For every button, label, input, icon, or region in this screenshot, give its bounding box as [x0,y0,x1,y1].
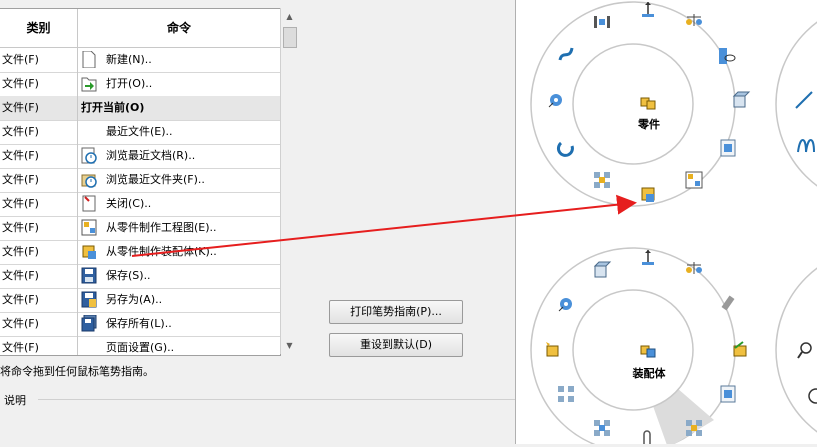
wheel-label-part: 零件 [638,118,660,131]
column-divider [77,120,78,144]
scroll-up-icon[interactable]: ▲ [281,8,298,25]
command-cell: 从零件制作工程图(E).. [106,221,217,234]
table-row[interactable]: 文件(F) 关闭(C).. [0,192,280,217]
column-divider [77,336,78,355]
print-guide-button[interactable]: 打印笔势指南(P)... [329,300,463,324]
insert-component-icon [733,341,747,357]
category-cell: 文件(F) [2,245,39,258]
command-cell: 另存为(A).. [106,293,163,306]
reset-default-button[interactable]: 重设到默认(D) [329,333,463,357]
new-document-icon [81,50,97,69]
command-cell: 保存所有(L).. [106,317,172,330]
category-cell: 文件(F) [2,173,39,186]
description-label: 说明 [4,394,26,407]
make-assembly-icon [81,243,97,260]
column-divider [77,96,78,120]
sketch-icon [720,139,736,157]
command-cell: 打开(O).. [106,77,153,90]
table-header: 类别 命令 [0,9,280,48]
table-row[interactable]: 文件(F) 浏览最近文档(R).. [0,144,280,169]
gesture-wheel-part [530,1,736,207]
category-cell: 文件(F) [2,221,39,234]
category-cell: 文件(F) [2,269,39,282]
table-row[interactable]: 文件(F) 打开(O).. [0,72,280,97]
drawing-from-part-icon [685,171,703,189]
column-header-command[interactable]: 命令 [78,9,280,47]
command-cell: 浏览最近文件夹(F).. [106,173,205,186]
category-cell: 文件(F) [2,197,39,210]
command-cell: 新建(N).. [106,53,152,66]
category-cell: 文件(F) [2,53,39,66]
command-table: 类别 命令 文件(F) 新建(N).. 文件(F) 打开(O).. 文件(F) 打开当前(… [0,8,281,356]
browse-recent-documents-icon [81,147,97,164]
table-row[interactable]: 文件(F) 最近文件(E).. [0,120,280,145]
table-row[interactable]: 文件(F) 打开当前(O) [0,96,280,121]
command-cell: 关闭(C).. [106,197,152,210]
scroll-down-icon[interactable]: ▼ [281,337,298,354]
table-row[interactable]: 文件(F) 从零件制作装配体(K).. [0,240,280,265]
category-cell: 文件(F) [2,293,39,306]
column-header-category[interactable]: 类别 [0,9,77,47]
table-scrollbar[interactable]: ▲ ▼ [280,8,298,354]
table-row[interactable]: 文件(F) 保存所有(L).. [0,312,280,337]
column-divider [77,216,78,240]
command-cell: 打开当前(O) [81,101,145,114]
save-icon [81,267,97,284]
gesture-preview-panel: 零件 装配体 [515,0,817,447]
save-as-icon [81,291,97,308]
column-divider [77,72,78,96]
close-document-icon [81,195,97,212]
gesture-wheel-assembly [530,247,736,447]
browse-recent-folders-icon [81,171,97,188]
category-cell: 文件(F) [2,317,39,330]
column-divider [77,288,78,312]
sketch-icon-2 [720,385,736,403]
table-row[interactable]: 文件(F) 保存(S).. [0,264,280,289]
command-cell: 最近文件(E).. [106,125,173,138]
table-row[interactable]: 文件(F) 页面设置(G).. [0,336,280,355]
command-cell: 从零件制作装配体(K).. [106,245,217,258]
save-all-icon [81,314,97,332]
open-icon [81,75,97,92]
scroll-thumb[interactable] [283,27,297,48]
cube-view-icon [732,91,751,108]
column-divider [77,312,78,336]
table-row[interactable]: 文件(F) 另存为(A).. [0,288,280,313]
column-divider [77,192,78,216]
category-cell: 文件(F) [2,125,39,138]
category-cell: 文件(F) [2,341,39,354]
command-cell: 页面设置(G).. [106,341,175,354]
column-divider [77,240,78,264]
column-divider [77,48,78,72]
table-row[interactable]: 文件(F) 浏览最近文件夹(F).. [0,168,280,193]
table-row[interactable]: 文件(F) 新建(N).. [0,48,280,73]
mass-properties-icon [686,14,702,26]
command-cell: 浏览最近文档(R).. [106,149,196,162]
category-cell: 文件(F) [2,149,39,162]
view-icon [719,48,736,64]
gesture-wheel-partial-top [775,21,817,187]
assembly-from-part-icon [641,187,655,202]
wheel-label-assembly: 装配体 [632,367,666,380]
table-row[interactable]: 文件(F) 从零件制作工程图(E).. [0,216,280,241]
column-divider [77,144,78,168]
column-divider [77,168,78,192]
drag-hint-text: 将命令拖到任何鼠标笔势指南。 [0,365,154,378]
category-cell: 文件(F) [2,77,39,90]
column-divider [77,264,78,288]
description-divider [38,399,518,400]
category-cell: 文件(F) [2,101,39,114]
make-drawing-icon [81,219,97,236]
command-cell: 保存(S).. [106,269,151,282]
